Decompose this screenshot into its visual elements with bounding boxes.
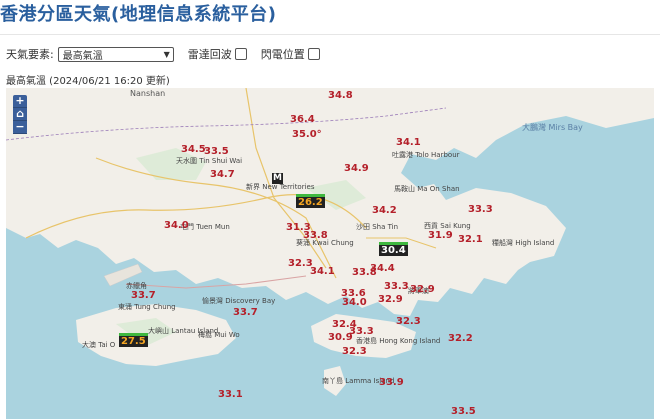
temp-reading: 30.9: [328, 332, 353, 343]
place-tung-chung: 東涌 Tung Chung: [118, 303, 176, 311]
temp-reading: 32.9: [378, 294, 403, 305]
temp-reading: 33.3: [468, 204, 493, 215]
temp-reading: 35.0°: [292, 129, 322, 140]
temp-reading: 33.5: [451, 406, 476, 417]
temp-reading: 33.9: [379, 377, 404, 388]
lightning-label: 閃電位置: [260, 48, 305, 61]
temp-reading: 33.5: [204, 146, 229, 157]
radar-checkbox[interactable]: [234, 48, 247, 60]
map-basemap: [6, 88, 654, 396]
temp-reading: 32.2: [448, 333, 473, 344]
temp-reading: 34.4: [370, 263, 395, 274]
temp-reading: 34.9: [344, 163, 369, 174]
radar-label: 雷達回波: [187, 48, 232, 61]
station-marker[interactable]: 26.2: [296, 194, 325, 208]
chevron-down-icon: ▼: [163, 49, 170, 59]
temp-reading: 33.7: [233, 307, 258, 318]
place-tai-o: 大澳 Tai O: [82, 341, 116, 349]
temp-reading: 32.1: [458, 234, 483, 245]
temp-reading: 34.0: [342, 297, 367, 308]
temp-reading: 34.5: [181, 144, 206, 155]
temp-reading: 32.3: [342, 346, 367, 357]
element-select[interactable]: 最高氣溫 ▼: [57, 46, 174, 62]
title-divider: [0, 34, 660, 35]
temp-reading: 34.8: [328, 90, 353, 101]
place-tolo: 吐露港 Tolo Harbour: [392, 151, 460, 159]
temp-reading: 31.9: [428, 230, 453, 241]
place-mirs-bay: 大鵬灣 Mirs Bay: [522, 123, 583, 132]
place-high-island: 糧船灣 High Island: [492, 239, 555, 247]
place-tin-shui-wai: 天水圍 Tin Shui Wai: [176, 157, 243, 165]
temp-reading: 32.3: [396, 316, 421, 327]
lightning-checkbox[interactable]: [307, 48, 320, 60]
temp-reading: 34.2: [372, 205, 397, 216]
temp-reading: 33.1: [218, 389, 243, 400]
place-mui-wo: 梅窩 Mui Wo: [198, 331, 240, 339]
zoom-control: + ⌂ −: [13, 95, 27, 134]
page-title: 香港分區天氣(地理信息系統平台): [0, 4, 277, 25]
temp-reading: 32.3: [288, 258, 313, 269]
map-pin-icon[interactable]: M: [272, 173, 283, 184]
temp-reading: 34.1: [396, 137, 421, 148]
station-marker[interactable]: 27.5: [119, 333, 148, 347]
temp-reading: 34.1: [310, 266, 335, 277]
temp-reading: 34.0: [164, 220, 189, 231]
zoom-out-button[interactable]: −: [13, 121, 27, 134]
update-time: 最高氣溫 (2024/06/21 16:20 更新): [6, 76, 170, 87]
temp-reading: 33.3: [384, 281, 409, 292]
place-hong-kong-island: 香港島 Hong Kong Island: [356, 337, 441, 345]
temp-reading: 34.7: [210, 169, 235, 180]
station-marker[interactable]: 30.4: [379, 242, 408, 256]
temp-reading: 33.8: [303, 230, 328, 241]
map-view[interactable]: + ⌂ − Nanshan 天水圍 Tin Shui Wai 新界 New Te…: [6, 88, 654, 419]
place-ma-on-shan: 馬鞍山 Ma On Shan: [394, 185, 460, 193]
temp-reading: 36.4: [290, 114, 315, 125]
element-select-value: 最高氣溫: [62, 50, 103, 62]
place-sha-tin: 沙田 Sha Tin: [356, 223, 399, 231]
place-nanshan: Nanshan: [130, 89, 166, 98]
place-discovery-bay: 愉景灣 Discovery Bay: [202, 297, 276, 305]
controls-bar: 天氣要素: 最高氣溫 ▼ 雷達回波 閃電位置: [6, 46, 334, 62]
temp-reading: 32.9: [410, 284, 435, 295]
temp-reading: 33.7: [131, 290, 156, 301]
element-label: 天氣要素:: [6, 48, 54, 61]
